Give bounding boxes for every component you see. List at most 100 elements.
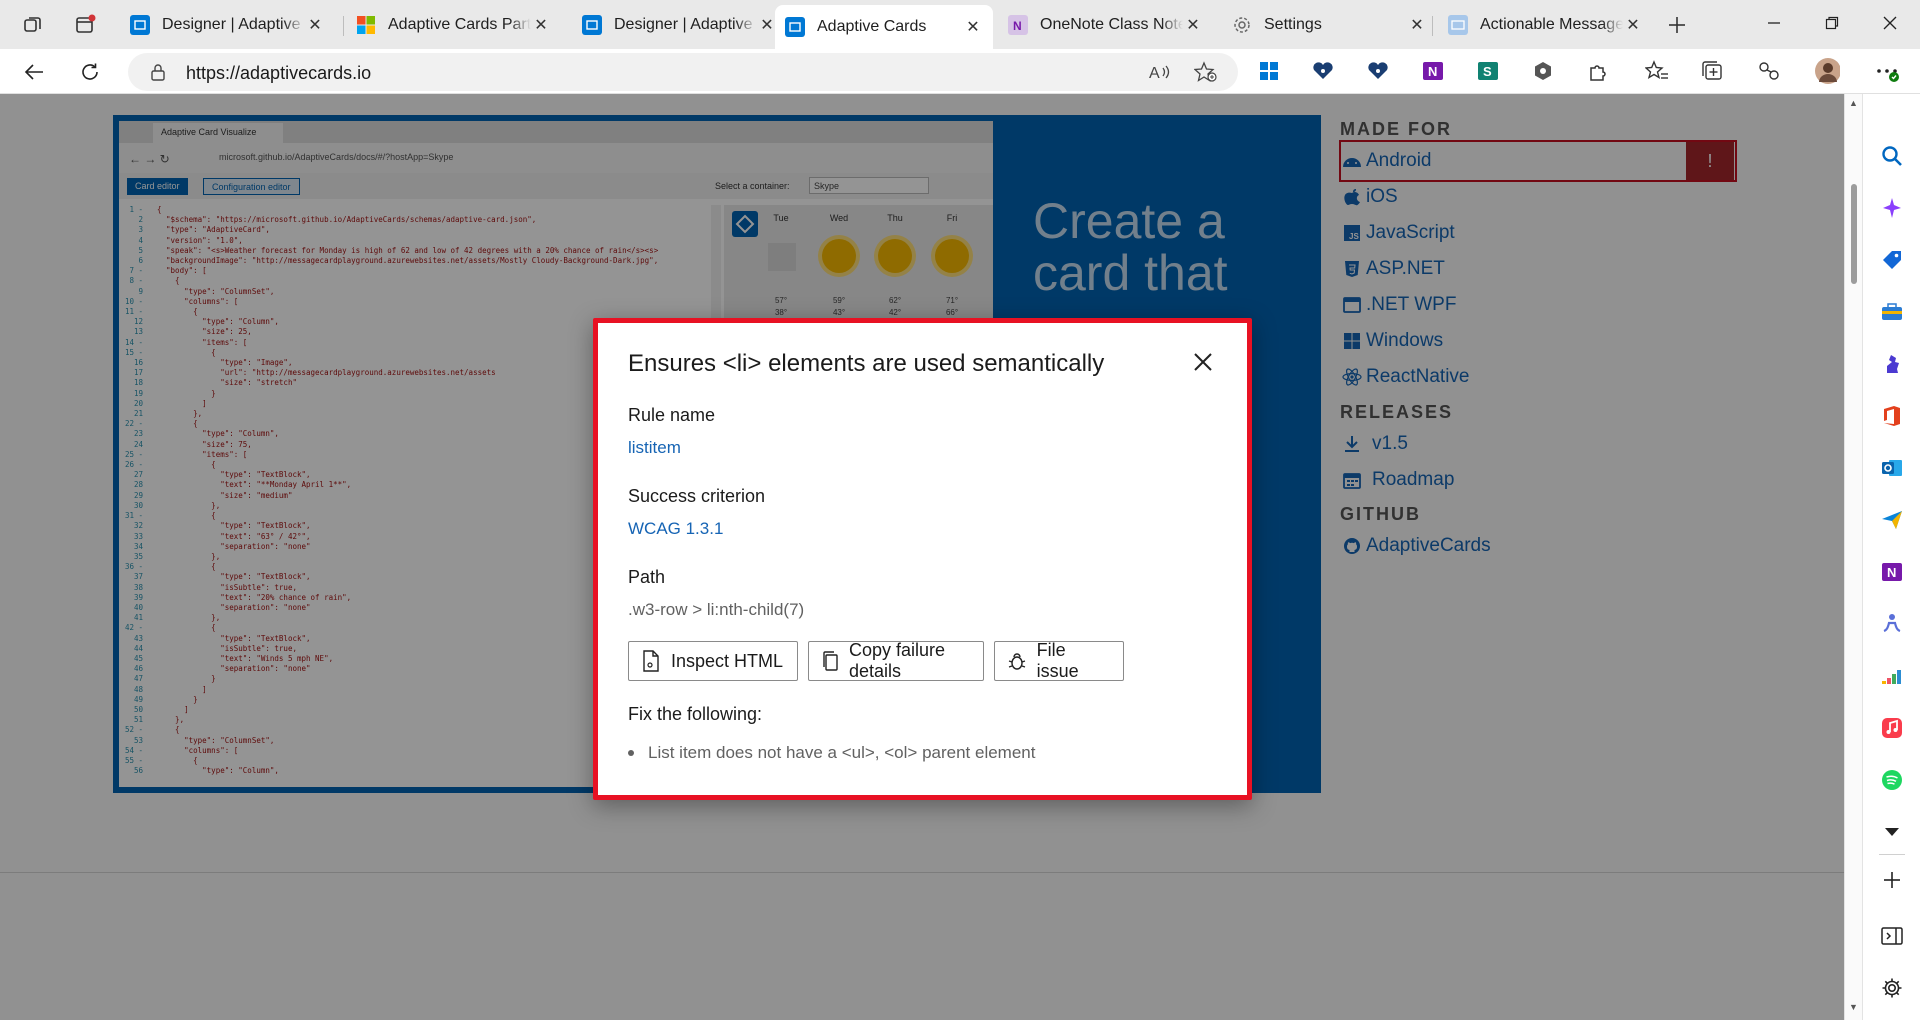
rule-name-label: Rule name bbox=[628, 405, 716, 425]
restore-icon[interactable] bbox=[1812, 8, 1852, 38]
shopping-tag-icon[interactable] bbox=[1878, 246, 1906, 274]
tab-onenote[interactable]: N OneNote Class Notebook ✕ bbox=[998, 5, 1213, 45]
onenote-sidebar-icon[interactable]: N bbox=[1878, 558, 1906, 586]
favorites-icon[interactable] bbox=[1644, 58, 1670, 84]
tab-title: Adaptive Cards bbox=[817, 18, 927, 35]
workspaces-icon[interactable] bbox=[18, 10, 48, 40]
lock-icon[interactable] bbox=[150, 63, 166, 86]
windows-extension-icon[interactable] bbox=[1256, 58, 1282, 84]
hexagon-extension-icon[interactable] bbox=[1530, 58, 1556, 84]
tab-actions-icon[interactable] bbox=[70, 10, 100, 40]
rule-name-link[interactable]: listitem bbox=[628, 438, 681, 458]
tab-designer-2[interactable]: Designer | Adaptive Cards ✕ bbox=[572, 5, 787, 45]
outlook-icon[interactable] bbox=[1878, 454, 1906, 482]
onenote-extension-icon[interactable]: N bbox=[1420, 58, 1446, 84]
bullet-dot bbox=[628, 750, 634, 756]
read-aloud-icon[interactable]: A bbox=[1148, 61, 1172, 88]
refresh-icon[interactable] bbox=[74, 56, 106, 88]
button-label: File issue bbox=[1036, 640, 1079, 681]
close-tab-icon[interactable]: ✕ bbox=[757, 15, 777, 35]
sidebar-settings-gear-icon[interactable] bbox=[1878, 974, 1906, 1002]
close-tab-icon[interactable]: ✕ bbox=[963, 17, 983, 37]
spotify-icon[interactable] bbox=[1878, 766, 1906, 794]
tab-separator bbox=[1432, 16, 1433, 36]
tab-title: Adaptive Cards Partners bbox=[388, 16, 531, 33]
rule-details-dialog: Ensures <li> elements are used semantica… bbox=[593, 318, 1252, 800]
path-label: Path bbox=[628, 567, 666, 587]
search-icon[interactable] bbox=[1878, 142, 1906, 170]
close-tab-icon[interactable]: ✕ bbox=[531, 15, 551, 35]
hide-sidebar-icon[interactable] bbox=[1878, 922, 1906, 950]
new-tab-icon[interactable] bbox=[1662, 10, 1692, 40]
tab-adaptive-cards[interactable]: Adaptive Cards ✕ bbox=[775, 5, 993, 49]
dialog-title: Ensures <li> elements are used semantica… bbox=[628, 350, 1105, 377]
office-icon[interactable] bbox=[1878, 402, 1906, 430]
success-criterion-label: Success criterion bbox=[628, 486, 766, 506]
games-chess-icon[interactable] bbox=[1878, 350, 1906, 378]
button-label: Inspect HTML bbox=[671, 650, 784, 671]
copy-failure-details-button[interactable]: Copy failure details bbox=[808, 640, 984, 681]
inspect-html-button[interactable]: Inspect HTML bbox=[628, 641, 798, 681]
tab-title: Designer | Adaptive Cards bbox=[614, 16, 757, 33]
fix-item-text: List item does not have a <ul>, <ol> par… bbox=[648, 743, 1036, 762]
svg-text:N: N bbox=[1428, 64, 1437, 79]
add-app-icon[interactable] bbox=[1878, 866, 1906, 894]
tab-title: Designer | Adaptive Cards bbox=[162, 16, 305, 33]
add-favorite-icon[interactable] bbox=[1193, 61, 1218, 88]
inspect-icon bbox=[641, 650, 661, 672]
tools-briefcase-icon[interactable] bbox=[1878, 298, 1906, 326]
microsoft-logo-icon bbox=[356, 15, 376, 35]
minimize-icon[interactable] bbox=[1754, 8, 1794, 38]
tab-strip: Designer | Adaptive Cards ✕ Adaptive Car… bbox=[0, 0, 1920, 49]
send-paper-plane-icon[interactable] bbox=[1878, 506, 1906, 534]
extensions-puzzle-icon[interactable] bbox=[1585, 58, 1611, 84]
bug-icon bbox=[1007, 650, 1027, 672]
button-label: Copy failure details bbox=[849, 640, 946, 681]
more-options-icon[interactable] bbox=[1874, 58, 1900, 84]
meditation-app-icon[interactable] bbox=[1878, 610, 1906, 638]
deezer-equalizer-icon[interactable] bbox=[1878, 662, 1906, 690]
fix-list-item: List item does not have a <ul>, <ol> par… bbox=[628, 743, 1035, 763]
tab-title: Actionable Messages bbox=[1480, 16, 1623, 33]
close-tab-icon[interactable]: ✕ bbox=[1623, 15, 1643, 35]
mail-icon bbox=[1448, 15, 1468, 35]
browser-toolbar: https://adaptivecards.io A N S bbox=[0, 49, 1920, 94]
profile-avatar[interactable] bbox=[1814, 58, 1840, 84]
close-window-icon[interactable] bbox=[1870, 8, 1910, 38]
success-criterion-link[interactable]: WCAG 1.3.1 bbox=[628, 519, 723, 539]
copilot-icon[interactable] bbox=[1878, 194, 1906, 222]
sway-extension-icon[interactable]: S bbox=[1475, 58, 1501, 84]
browser-essentials-icon[interactable] bbox=[1756, 58, 1782, 84]
svg-text:N: N bbox=[1887, 565, 1896, 580]
designer-icon bbox=[582, 15, 602, 35]
sidebar-separator bbox=[1879, 854, 1905, 855]
onenote-icon: N bbox=[1008, 15, 1028, 35]
designer-icon bbox=[130, 15, 150, 35]
chevron-down-icon[interactable] bbox=[1878, 818, 1906, 846]
address-bar[interactable]: https://adaptivecards.io A bbox=[128, 53, 1238, 91]
tab-designer-1[interactable]: Designer | Adaptive Cards ✕ bbox=[120, 5, 335, 45]
scroll-down-icon[interactable]: ▼ bbox=[1849, 1002, 1858, 1012]
accessibility-insights-alt-icon[interactable] bbox=[1365, 58, 1391, 84]
close-tab-icon[interactable]: ✕ bbox=[305, 15, 325, 35]
tab-partners[interactable]: Adaptive Cards Partners ✕ bbox=[346, 5, 561, 45]
svg-text:S: S bbox=[1483, 64, 1492, 79]
accessibility-insights-icon[interactable] bbox=[1310, 58, 1336, 84]
svg-text:N: N bbox=[1013, 19, 1022, 32]
edge-sidebar: N bbox=[1862, 94, 1920, 1020]
url-text[interactable]: https://adaptivecards.io bbox=[186, 63, 371, 84]
file-issue-button[interactable]: File issue bbox=[994, 640, 1124, 681]
close-tab-icon[interactable]: ✕ bbox=[1407, 15, 1427, 35]
tab-settings[interactable]: Settings ✕ bbox=[1222, 5, 1437, 45]
music-app-icon[interactable] bbox=[1878, 714, 1906, 742]
tab-actionable-messages[interactable]: Actionable Messages ✕ bbox=[1438, 5, 1653, 45]
tab-title: OneNote Class Notebook bbox=[1040, 16, 1183, 33]
close-tab-icon[interactable]: ✕ bbox=[1183, 15, 1203, 35]
close-dialog-icon[interactable] bbox=[1188, 347, 1218, 377]
scrollbar-thumb[interactable] bbox=[1851, 184, 1857, 284]
svg-text:A: A bbox=[1149, 65, 1160, 82]
scroll-up-icon[interactable]: ▲ bbox=[1849, 98, 1858, 108]
back-icon[interactable] bbox=[18, 56, 50, 88]
page-scrollbar[interactable]: ▲ ▼ bbox=[1844, 94, 1862, 1020]
collections-icon[interactable] bbox=[1700, 58, 1726, 84]
